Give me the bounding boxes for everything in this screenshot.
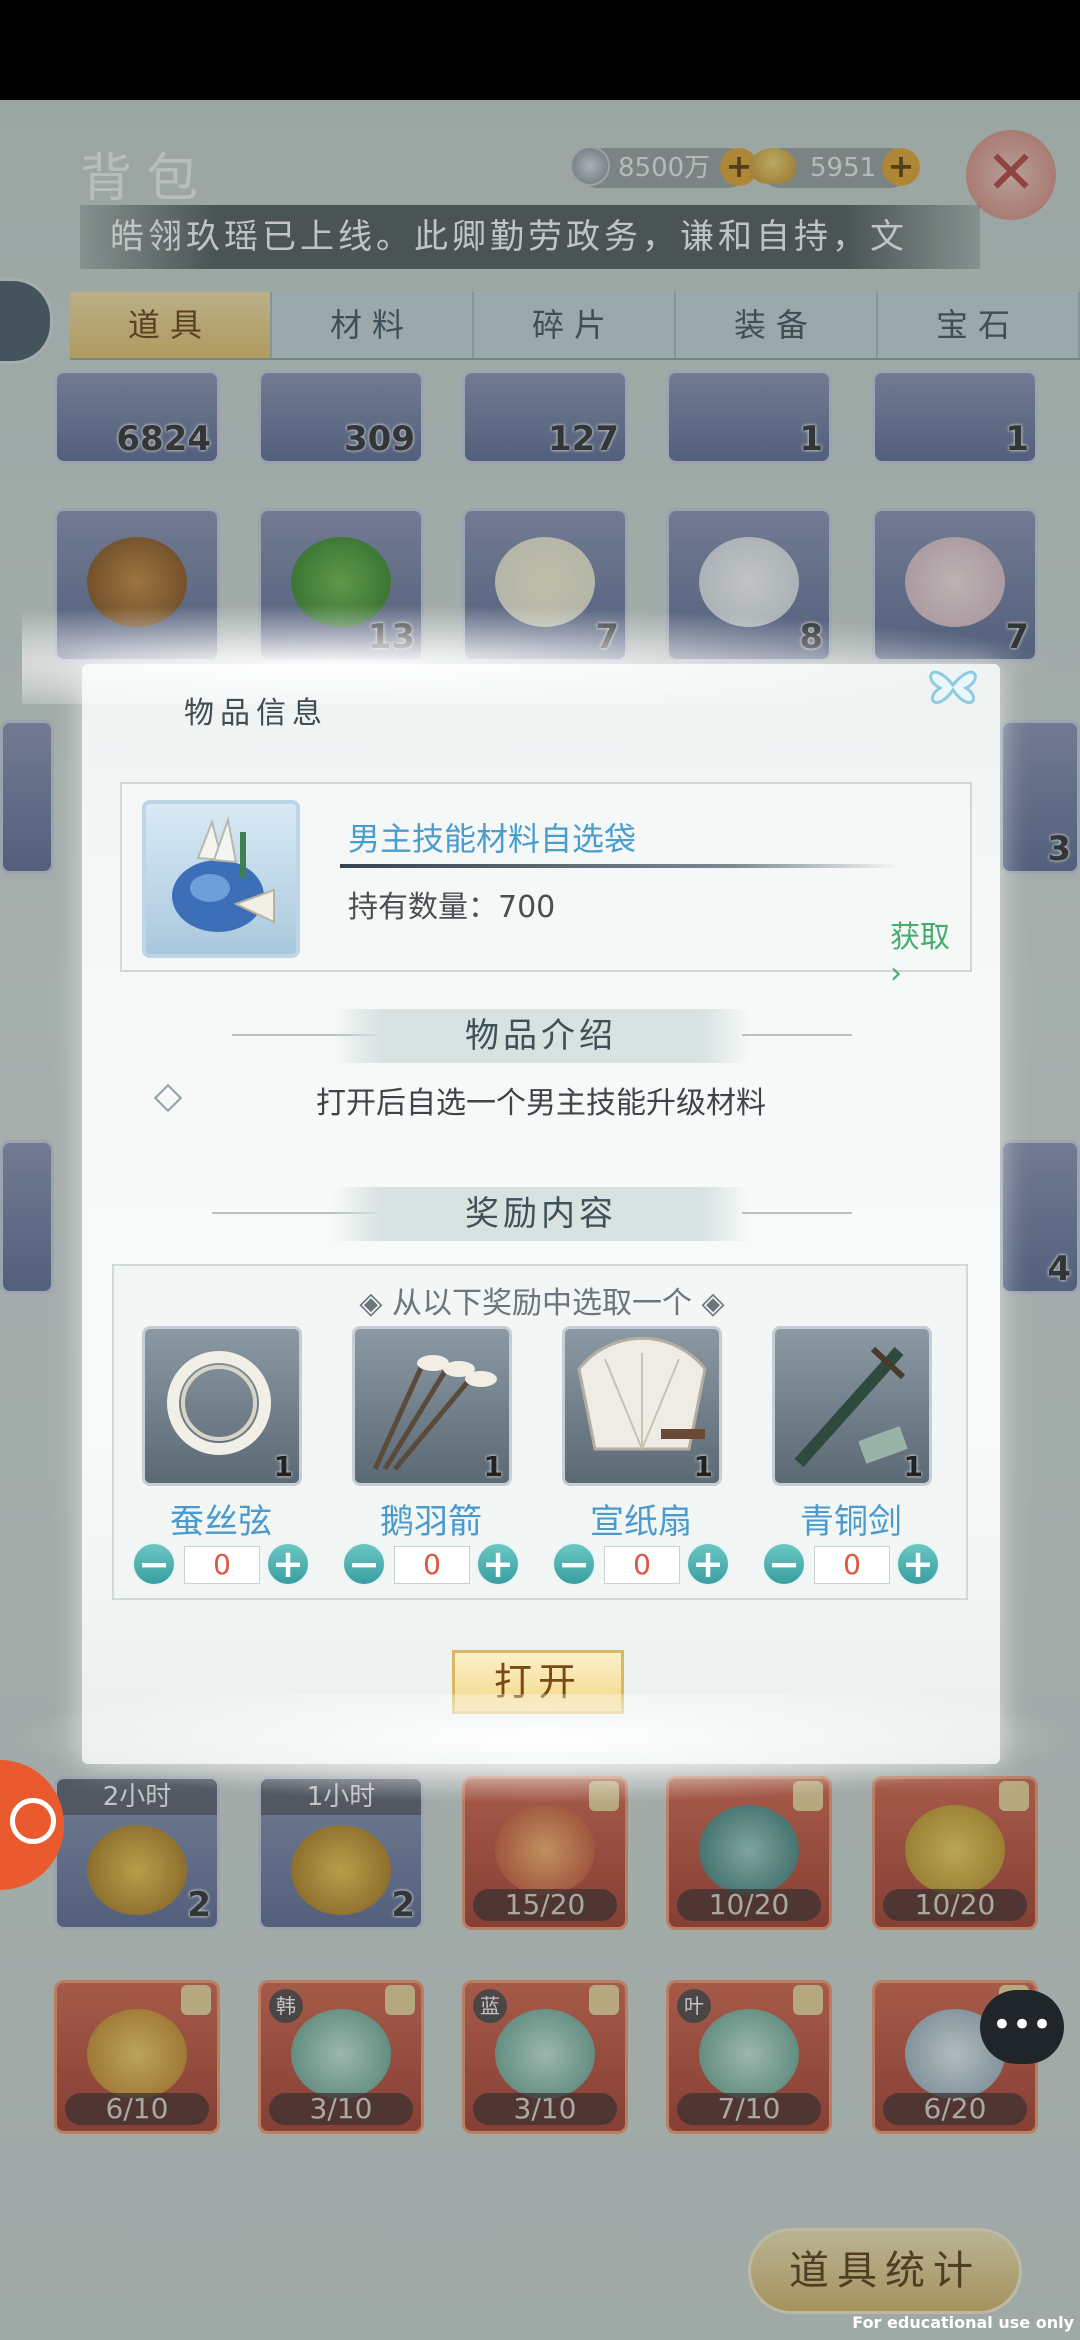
reward-heading: 奖励内容 [332, 1187, 750, 1241]
item-info-modal: 物品信息 男主技能材料自选袋 持有数量：700 获取 › 物品介绍 打开后自选一… [12, 604, 1072, 1804]
increase-button[interactable]: + [476, 1542, 520, 1586]
item-name: 男主技能材料自选袋 [348, 820, 637, 858]
reward-count: 1 [903, 1450, 923, 1483]
reward-item[interactable]: 1 [772, 1326, 932, 1486]
quantity-stepper: − 0 + [548, 1542, 734, 1586]
quantity-input[interactable]: 0 [604, 1546, 680, 1584]
cloud-decoration [12, 1694, 1072, 1804]
watermark: For educational use only [852, 2313, 1074, 2332]
quantity-stepper: − 0 + [128, 1542, 314, 1586]
chat-dots-icon: ••• [991, 2005, 1053, 2045]
reward-name: 鹅羽箭 [380, 1502, 482, 1542]
increase-button[interactable]: + [896, 1542, 940, 1586]
chat-float-button[interactable]: ••• [980, 1990, 1064, 2064]
reward-name: 蚕丝弦 [170, 1502, 272, 1542]
reward-count: 1 [483, 1450, 503, 1483]
modal-title: 物品信息 [184, 696, 328, 731]
decrease-button[interactable]: − [342, 1542, 386, 1586]
reward-item[interactable]: 1 [142, 1326, 302, 1486]
reward-option: 1 宣纸扇 − 0 + [548, 1326, 734, 1586]
reward-name: 宣纸扇 [590, 1502, 692, 1542]
reward-item[interactable]: 1 [562, 1326, 722, 1486]
choose-hint: ◈ 从以下奖励中选取一个 ◈ [359, 1286, 725, 1321]
increase-button[interactable]: + [266, 1542, 310, 1586]
name-underline [340, 864, 900, 868]
item-description: 打开后自选一个男主技能升级材料 [316, 1086, 766, 1121]
obtain-button[interactable]: 获取 › [890, 912, 970, 991]
quantity-input[interactable]: 0 [814, 1546, 890, 1584]
intro-heading: 物品介绍 [332, 1009, 750, 1063]
item-info-panel: 男主技能材料自选袋 持有数量：700 获取 › [120, 782, 972, 991]
decrease-button[interactable]: − [762, 1542, 806, 1586]
divider [742, 1034, 852, 1036]
reward-panel: ◈ 从以下奖励中选取一个 ◈ 1 蚕丝弦 − 0 + 1 鹅羽箭 − 0 + 1… [112, 1264, 968, 1600]
reward-option: 1 蚕丝弦 − 0 + [128, 1326, 314, 1586]
reward-count: 1 [693, 1450, 713, 1483]
quantity-input[interactable]: 0 [184, 1546, 260, 1584]
cloud-decoration [22, 604, 1062, 704]
headset-icon [10, 1798, 56, 1844]
quantity-stepper: − 0 + [338, 1542, 524, 1586]
obtain-label: 获取 [890, 920, 950, 955]
decrease-button[interactable]: − [132, 1542, 176, 1586]
chevron-right-icon: › [890, 956, 902, 991]
divider [742, 1212, 852, 1214]
selection-bag-icon [172, 816, 275, 932]
item-owned-count: 持有数量：700 [348, 890, 556, 925]
reward-item[interactable]: 1 [352, 1326, 512, 1486]
reward-option: 1 鹅羽箭 − 0 + [338, 1326, 524, 1586]
quantity-input[interactable]: 0 [394, 1546, 470, 1584]
decrease-button[interactable]: − [552, 1542, 596, 1586]
butterfly-icon [929, 670, 977, 704]
quantity-stepper: − 0 + [758, 1542, 944, 1586]
increase-button[interactable]: + [686, 1542, 730, 1586]
reward-count: 1 [273, 1450, 293, 1483]
reward-name: 青铜剑 [800, 1502, 902, 1542]
item-icon-frame [142, 800, 300, 958]
reward-option: 1 青铜剑 − 0 + [758, 1326, 944, 1586]
